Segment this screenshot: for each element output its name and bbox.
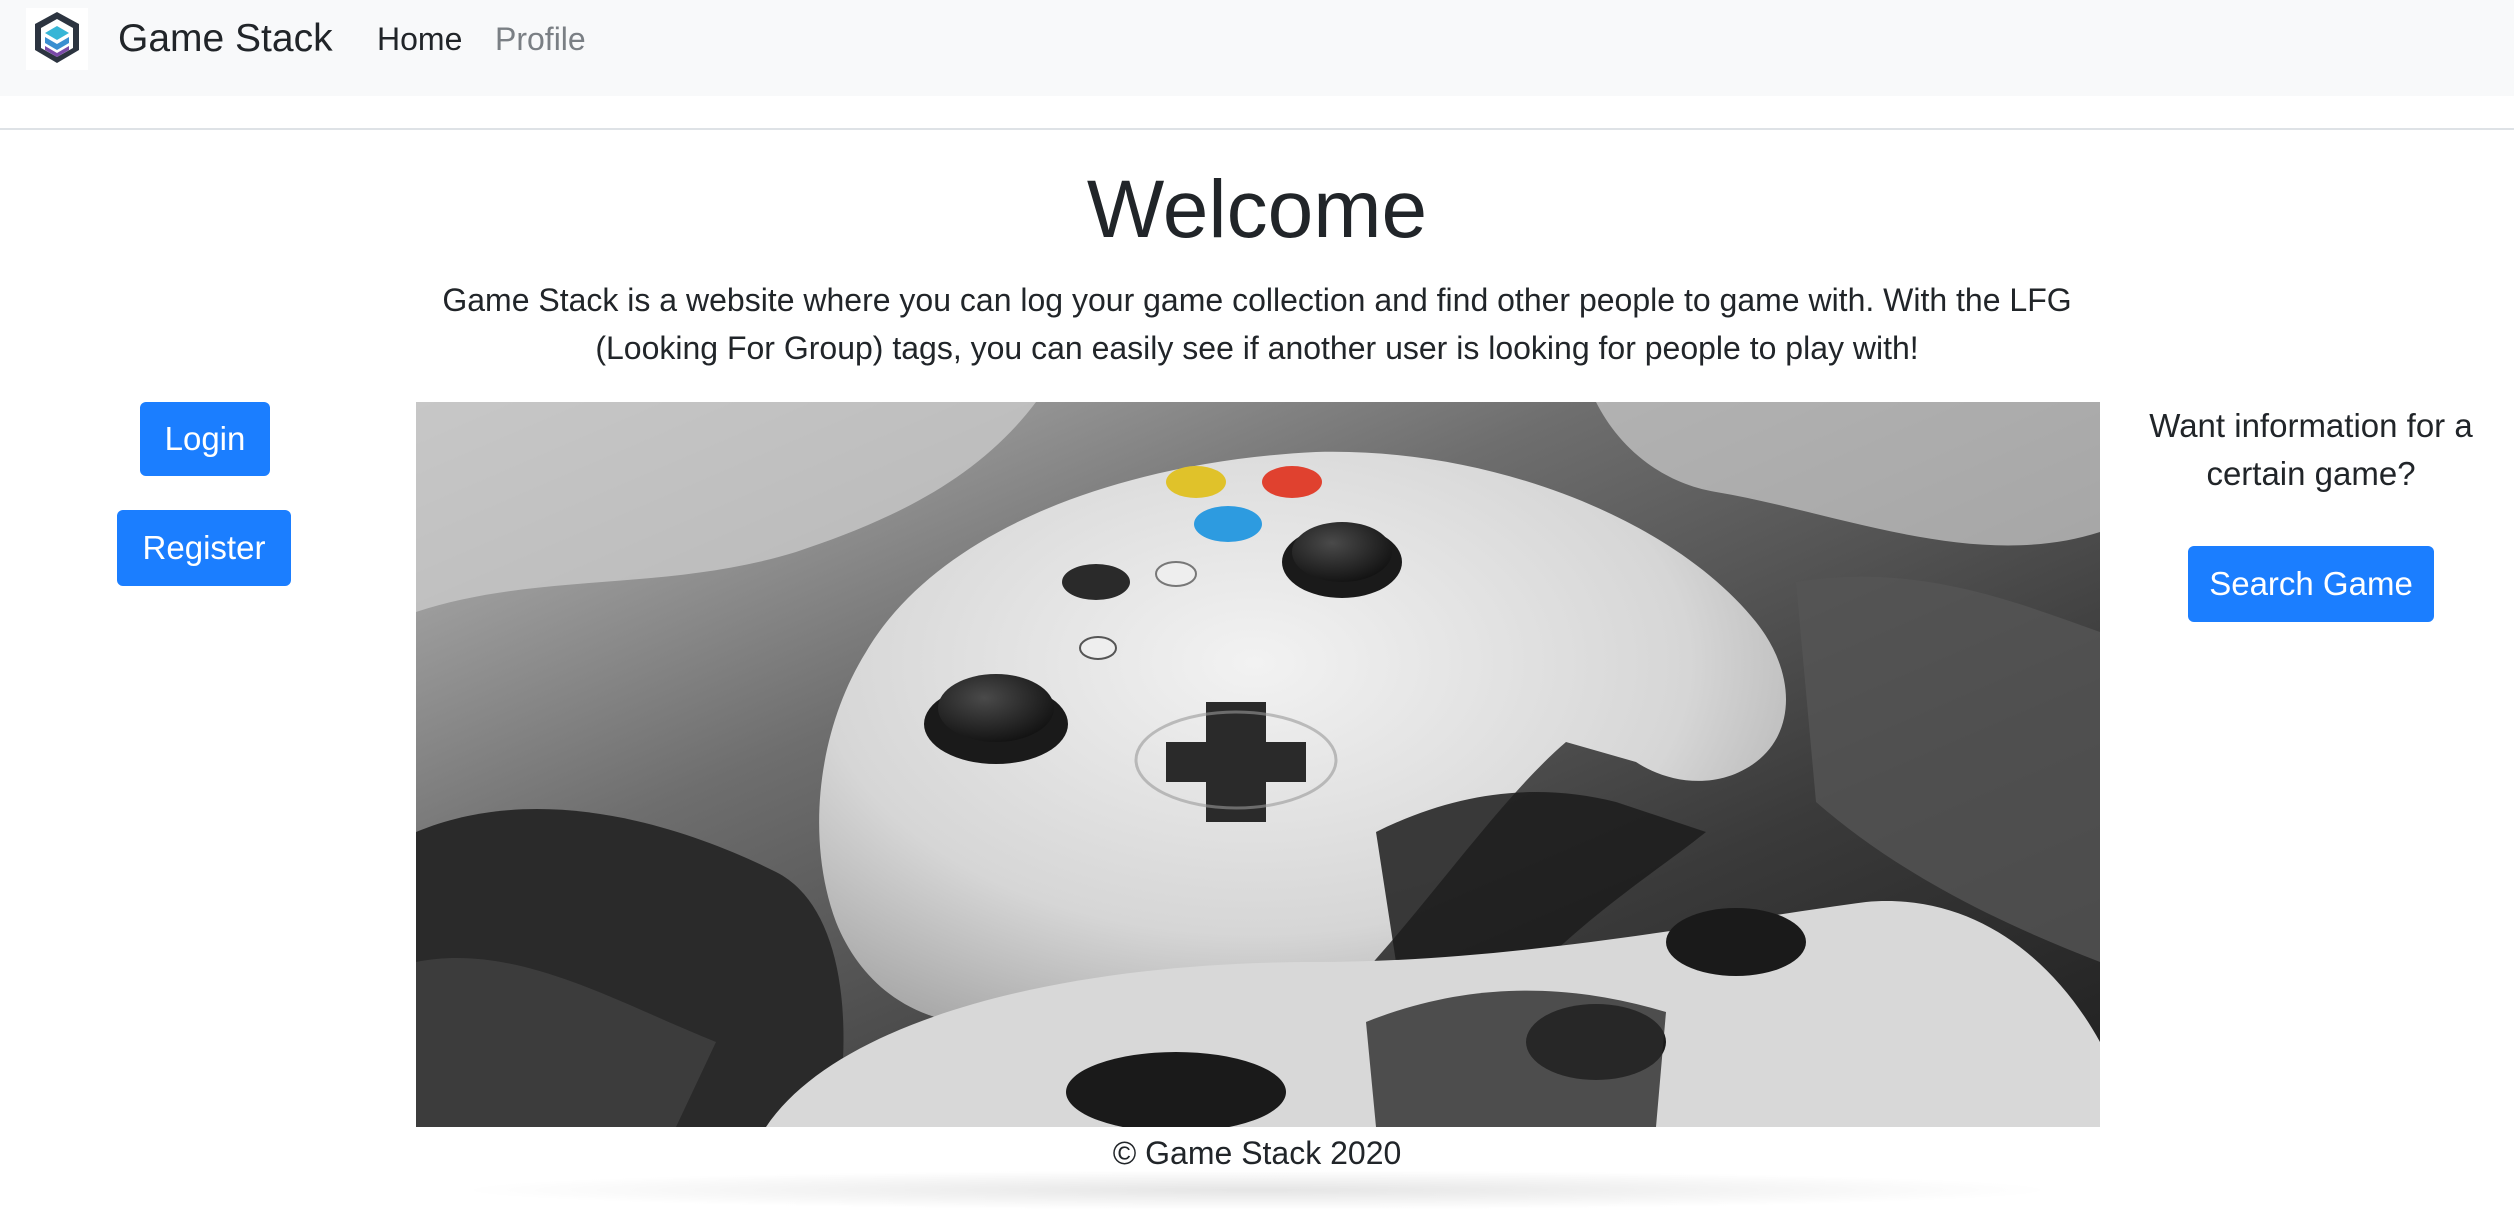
search-game-button[interactable]: Search Game — [2188, 546, 2434, 622]
hero-image-game-controller — [416, 402, 2100, 1127]
stacked-hexagon-logo-icon[interactable] — [26, 8, 88, 70]
top-navbar: Game Stack Home Profile — [0, 0, 2514, 96]
search-prompt: Want information for a certain game? — [2149, 407, 2473, 492]
login-button[interactable]: Login — [140, 402, 270, 476]
nav-link-profile[interactable]: Profile — [495, 18, 586, 60]
footer-shadow — [450, 1170, 2064, 1210]
footer-copyright: © Game Stack 2020 — [1112, 1135, 1402, 1171]
page-title: Welcome — [1086, 164, 1428, 255]
header-divider — [0, 128, 2514, 130]
register-button[interactable]: Register — [117, 510, 291, 586]
brand-name[interactable]: Game Stack — [118, 14, 333, 64]
nav-link-home[interactable]: Home — [377, 18, 462, 60]
intro-paragraph: Game Stack is a website where you can lo… — [442, 282, 2072, 366]
